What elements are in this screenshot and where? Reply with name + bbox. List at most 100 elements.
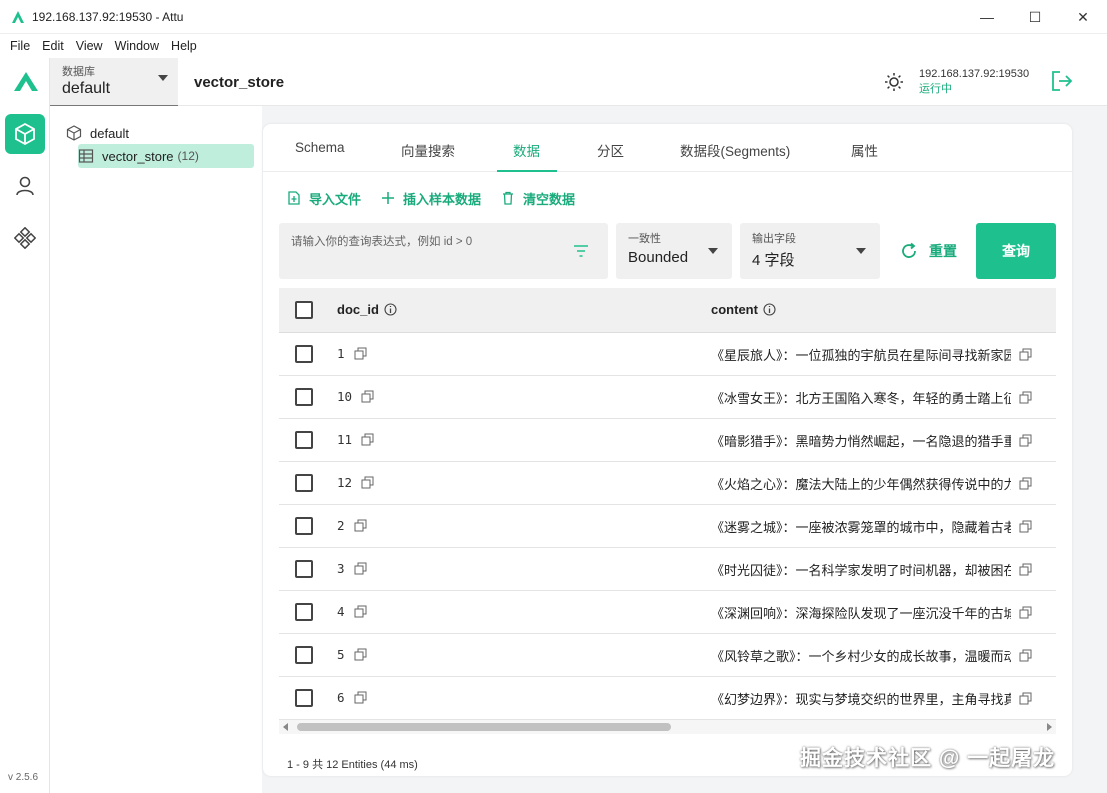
table-row[interactable]: 5 《风铃草之歌》：一个乡村少女的成长故事，温暖而动人	[279, 634, 1056, 677]
tab-segments[interactable]: 数据段(Segments)	[680, 140, 790, 160]
row-checkbox[interactable]	[295, 388, 313, 406]
chevron-down-icon	[708, 248, 718, 254]
copy-icon[interactable]	[354, 347, 367, 360]
copy-icon[interactable]	[361, 433, 374, 446]
copy-icon[interactable]	[1019, 391, 1032, 404]
table-row[interactable]: 10 《冰雪女王》：北方王国陷入寒冬，年轻的勇士踏上征途	[279, 376, 1056, 419]
row-checkbox[interactable]	[295, 345, 313, 363]
copy-icon[interactable]	[354, 648, 367, 661]
menu-edit[interactable]: Edit	[36, 39, 70, 53]
table-row[interactable]: 3 《时光囚徒》：一名科学家发明了时间机器，却被困在过去	[279, 548, 1056, 591]
column-content-label: content	[711, 302, 758, 317]
cell-doc-id: 10	[337, 389, 374, 404]
active-tab-indicator	[497, 170, 557, 172]
tree-node-collection[interactable]: vector_store (12)	[78, 144, 254, 168]
clear-data-button[interactable]: 清空数据	[501, 189, 575, 208]
database-select-label: 数据库	[62, 66, 95, 78]
table-row[interactable]: 4 《深渊回响》：深海探险队发现了一座沉没千年的古城	[279, 591, 1056, 634]
table-row[interactable]: 1 《星辰旅人》：一位孤独的宇航员在星际间寻找新家园的旅程	[279, 333, 1056, 376]
select-all-checkbox[interactable]	[295, 301, 313, 319]
cube-icon	[66, 125, 82, 141]
insert-sample-label: 插入样本数据	[403, 191, 482, 207]
database-select-value: default	[62, 80, 111, 97]
copy-icon[interactable]	[1019, 563, 1032, 576]
row-checkbox[interactable]	[295, 603, 313, 621]
copy-icon[interactable]	[354, 605, 367, 618]
theme-toggle-icon[interactable]	[884, 72, 904, 92]
doc-id-value: 5	[337, 647, 345, 662]
info-icon[interactable]	[384, 303, 397, 316]
nav-system-icon[interactable]	[5, 218, 45, 258]
logout-icon[interactable]	[1050, 69, 1074, 93]
column-header-content[interactable]: content	[711, 302, 776, 317]
connection-address: 192.168.137.92:19530	[919, 68, 1030, 80]
copy-icon[interactable]	[1019, 434, 1032, 447]
doc-id-value: 10	[337, 389, 353, 404]
row-checkbox[interactable]	[295, 474, 313, 492]
data-table: doc_id content 1 《星辰旅人》：一位孤独的宇航员在星际间寻找新家…	[279, 288, 1056, 720]
output-fields-select[interactable]: 输出字段 4 字段	[740, 223, 880, 279]
copy-icon[interactable]	[1019, 692, 1032, 705]
minimize-button[interactable]: —	[963, 0, 1011, 34]
scroll-right-arrow-icon[interactable]	[1047, 723, 1052, 731]
left-nav-rail: v 2.5.6	[0, 58, 50, 793]
copy-icon[interactable]	[1019, 606, 1032, 619]
copy-icon[interactable]	[354, 519, 367, 532]
copy-icon[interactable]	[361, 476, 374, 489]
table-row[interactable]: 11 《暗影猎手》：黑暗势力悄然崛起，一名隐退的猎手重出江湖	[279, 419, 1056, 462]
table-row[interactable]: 12 《火焰之心》：魔法大陆上的少年偶然获得传说中的力量	[279, 462, 1056, 505]
table-row[interactable]: 2 《迷雾之城》：一座被浓雾笼罩的城市中，隐藏着古老的秘密	[279, 505, 1056, 548]
copy-icon[interactable]	[354, 562, 367, 575]
copy-icon[interactable]	[1019, 649, 1032, 662]
info-icon[interactable]	[763, 303, 776, 316]
tab-schema[interactable]: Schema	[295, 140, 345, 155]
copy-icon[interactable]	[361, 390, 374, 403]
row-checkbox[interactable]	[295, 560, 313, 578]
query-expression-input[interactable]: 请输入你的查询表达式，例如 id > 0	[279, 223, 608, 279]
cell-content: 《风铃草之歌》：一个乡村少女的成长故事，温暖而动人	[711, 649, 1011, 664]
menu-help[interactable]: Help	[165, 39, 203, 53]
cell-doc-id: 11	[337, 432, 374, 447]
maximize-button[interactable]: ☐	[1011, 0, 1059, 34]
tree-node-database[interactable]: default	[66, 125, 129, 141]
collection-title: vector_store	[194, 74, 285, 91]
consistency-value: Bounded	[628, 249, 689, 266]
copy-icon[interactable]	[1019, 477, 1032, 490]
insert-sample-button[interactable]: 插入样本数据	[381, 189, 481, 208]
nav-collections-icon[interactable]	[5, 114, 45, 154]
close-button[interactable]: ✕	[1059, 0, 1107, 34]
row-checkbox[interactable]	[295, 517, 313, 535]
nav-users-icon[interactable]	[5, 166, 45, 206]
tab-data[interactable]: 数据	[513, 140, 540, 160]
tree-collection-label: vector_store	[102, 148, 174, 164]
horizontal-scrollbar[interactable]	[279, 720, 1056, 734]
row-checkbox[interactable]	[295, 431, 313, 449]
row-checkbox[interactable]	[295, 646, 313, 664]
query-button[interactable]: 查询	[976, 223, 1056, 279]
row-checkbox[interactable]	[295, 689, 313, 707]
copy-icon[interactable]	[354, 691, 367, 704]
consistency-select[interactable]: 一致性 Bounded	[616, 223, 732, 279]
tab-partitions[interactable]: 分区	[597, 140, 624, 160]
menu-window[interactable]: Window	[109, 39, 165, 53]
scroll-left-arrow-icon[interactable]	[283, 723, 288, 731]
tab-properties[interactable]: 属性	[851, 140, 878, 160]
user-icon	[16, 176, 34, 196]
reset-label: 重置	[929, 243, 957, 259]
table-row[interactable]: 6 《幻梦边界》：现实与梦境交织的世界里，主角寻找真相	[279, 677, 1056, 720]
scrollbar-thumb[interactable]	[297, 723, 671, 731]
menu-view[interactable]: View	[70, 39, 109, 53]
column-header-doc-id[interactable]: doc_id	[337, 302, 397, 317]
filter-icon[interactable]	[572, 242, 590, 260]
reset-button[interactable]: 重置	[899, 241, 957, 261]
copy-icon[interactable]	[1019, 520, 1032, 533]
collection-detail-card: Schema 向量搜索 数据 分区 数据段(Segments) 属性 导入文件 …	[263, 124, 1072, 776]
import-file-button[interactable]: 导入文件	[287, 189, 361, 208]
database-select[interactable]: 数据库 default	[50, 58, 178, 106]
copy-icon[interactable]	[1019, 348, 1032, 361]
menu-file[interactable]: File	[4, 39, 36, 53]
cell-doc-id: 2	[337, 518, 367, 533]
table-icon	[78, 149, 94, 163]
tab-vector-search[interactable]: 向量搜索	[401, 140, 455, 160]
doc-id-value: 12	[337, 475, 353, 490]
